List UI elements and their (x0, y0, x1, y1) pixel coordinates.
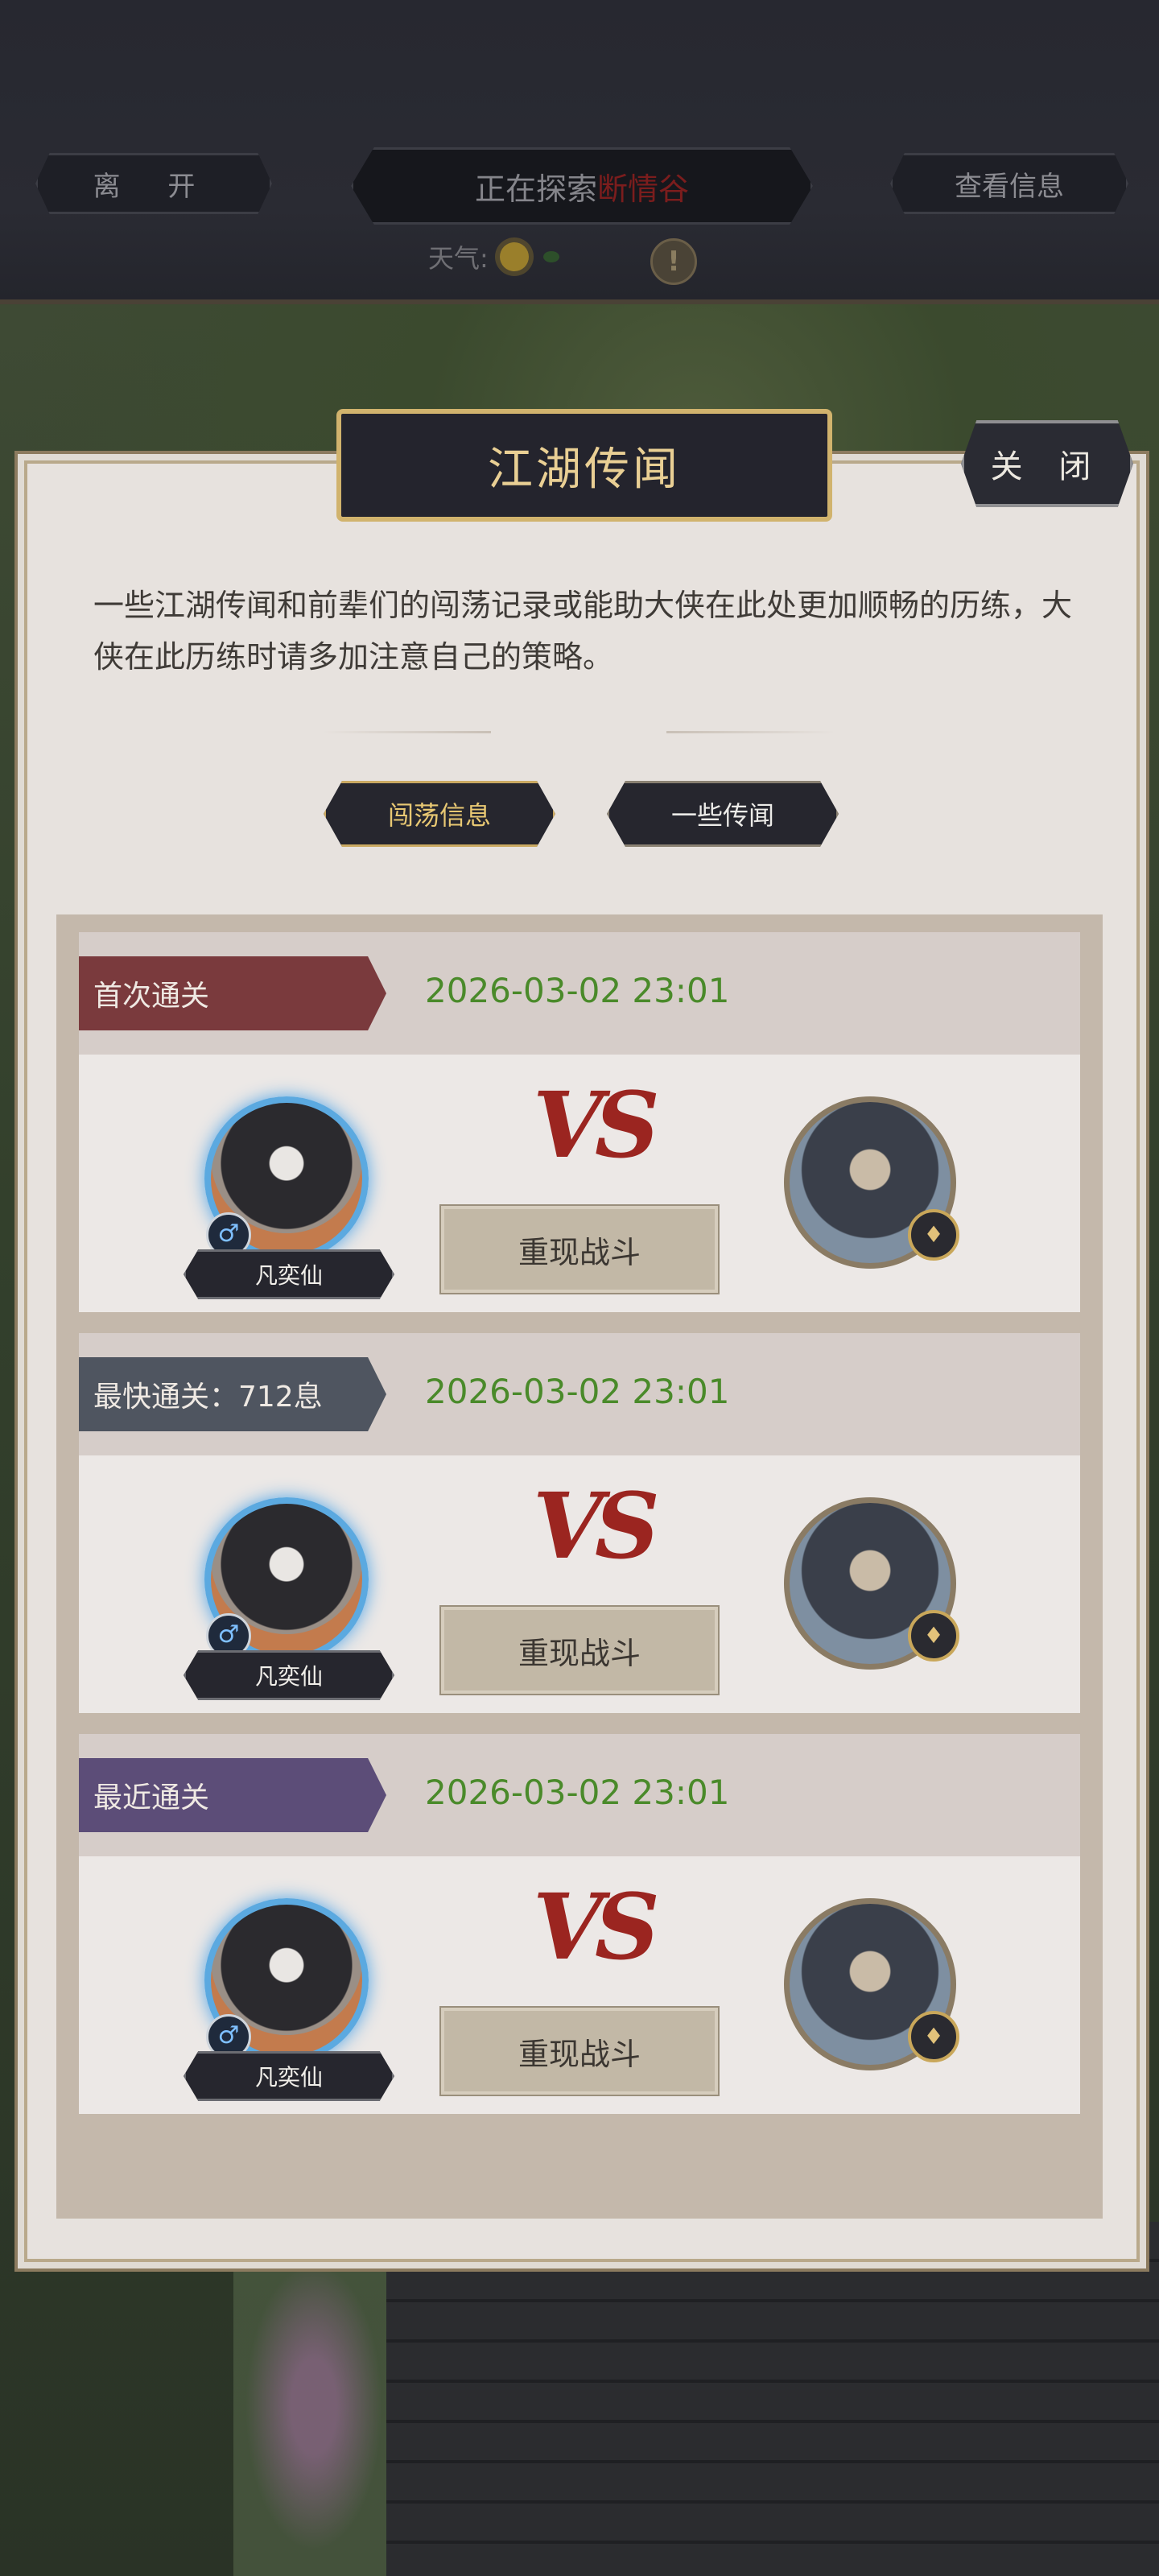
view-info-button[interactable]: 查看信息 (890, 153, 1128, 214)
record-label: 最近通关 (79, 1758, 386, 1832)
record-body: ♂ 凡奕仙 VS 重现战斗 ♦ (79, 1856, 1080, 2114)
record-body: ♂ 凡奕仙 VS 重现战斗 ♦ (79, 1455, 1080, 1713)
tab-rumors[interactable]: 一些传闻 (607, 781, 839, 847)
record-label: 最快通关：712息 (79, 1357, 386, 1431)
record-card: 首次通关 2026-03-02 23:01 ♂ 凡奕仙 VS 重现战斗 ♦ (79, 932, 1080, 1312)
divider-right (666, 731, 835, 733)
intro-text: 一些江湖传闻和前辈们的闯荡记录或能助大侠在此处更加顺畅的历练，大侠在此历练时请多… (93, 588, 1073, 675)
record-date: 2026-03-02 23:01 (425, 1773, 730, 1812)
flower-bush (233, 2238, 394, 2576)
record-card: 最快通关：712息 2026-03-02 23:01 ♂ 凡奕仙 VS 重现战斗… (79, 1333, 1080, 1713)
record-date: 2026-03-02 23:01 (425, 971, 730, 1010)
vs-icon: VS (533, 1474, 660, 1579)
record-body: ♂ 凡奕仙 VS 重现战斗 ♦ (79, 1055, 1080, 1312)
replay-battle-button[interactable]: 重现战斗 (439, 1605, 720, 1695)
top-bar: 离 开 正在探索 断情谷 查看信息 天气: ! (0, 0, 1159, 304)
leave-button[interactable]: 离 开 (35, 153, 272, 214)
vs-icon: VS (533, 1875, 660, 1980)
hero-name: 凡奕仙 (184, 1650, 394, 1700)
record-header: 首次通关 2026-03-02 23:01 (79, 932, 1080, 1055)
weather-label: 天气: (428, 243, 489, 274)
panel-title: 江湖传闻 (336, 409, 832, 522)
leaf-icon (542, 251, 559, 262)
explore-prefix: 正在探索 (474, 171, 597, 207)
replay-battle-button[interactable]: 重现战斗 (439, 2006, 720, 2096)
faction-badge-icon: ♦ (908, 1209, 959, 1261)
record-header: 最近通关 2026-03-02 23:01 (79, 1734, 1080, 1856)
tab-records[interactable]: 闯荡信息 (324, 781, 555, 847)
weather-indicator: 天气: (428, 238, 559, 275)
replay-battle-button[interactable]: 重现战斗 (439, 1204, 720, 1294)
hero-name: 凡奕仙 (184, 2051, 394, 2101)
record-date: 2026-03-02 23:01 (425, 1372, 730, 1411)
divider-left (322, 731, 491, 733)
sun-icon (499, 242, 529, 271)
exploring-location: 正在探索 断情谷 (351, 147, 813, 225)
alert-icon[interactable]: ! (650, 238, 697, 285)
explore-place: 断情谷 (597, 171, 690, 207)
record-label: 首次通关 (79, 956, 386, 1030)
vs-icon: VS (533, 1073, 660, 1179)
stone-wall (386, 2222, 1159, 2576)
close-button[interactable]: 关 闭 (961, 420, 1133, 507)
faction-badge-icon: ♦ (908, 2011, 959, 2062)
record-card: 最近通关 2026-03-02 23:01 ♂ 凡奕仙 VS 重现战斗 ♦ (79, 1734, 1080, 2114)
faction-badge-icon: ♦ (908, 1610, 959, 1662)
record-header: 最快通关：712息 2026-03-02 23:01 (79, 1333, 1080, 1455)
hero-name: 凡奕仙 (184, 1249, 394, 1299)
